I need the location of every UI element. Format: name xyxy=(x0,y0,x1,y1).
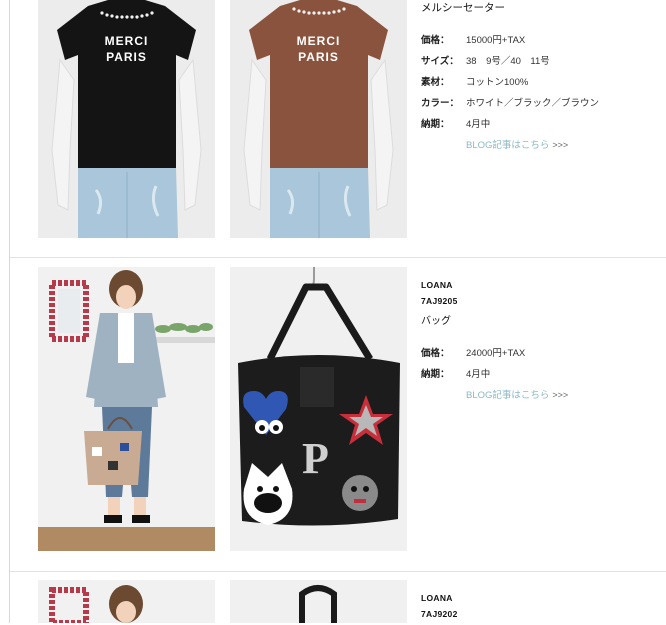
product-photo-bag[interactable]: P xyxy=(230,267,407,551)
blog-link-arrows: >>> xyxy=(552,140,569,150)
spec-label: 納期： xyxy=(421,118,450,130)
spec-label: 価格： xyxy=(421,347,450,359)
product-name: メルシーセーター xyxy=(421,2,505,14)
product-photo-brown-tee[interactable]: MERCI PARIS xyxy=(230,0,407,238)
spec-value: 4月中 xyxy=(466,118,491,130)
spec-row-size: サイズ： 38 9号／40 11号 xyxy=(421,49,599,70)
shirt-print-line2: PARIS xyxy=(106,50,147,64)
spec-value: コットン100% xyxy=(466,76,529,88)
model-with-bag-image xyxy=(38,267,215,551)
product-brand: LOANA xyxy=(421,280,453,290)
shirt-print-line2: PARIS xyxy=(298,50,339,64)
spec-row-price: 価格： 15000円+TAX xyxy=(421,28,599,49)
product-info-1: メルシーセーター 価格： 15000円+TAX サイズ： 38 9号／40 11… xyxy=(421,0,599,151)
spec-value: 15000円+TAX xyxy=(466,34,526,46)
blog-link-text[interactable]: BLOG記事はこちら xyxy=(466,140,549,151)
bag-image-partial xyxy=(230,580,407,623)
spec-value: 24000円+TAX xyxy=(466,347,526,359)
blog-article-link[interactable]: BLOG記事はこちら >>> xyxy=(466,387,568,401)
product-photo-model-2[interactable] xyxy=(38,580,215,623)
product-code: 7AJ9205 xyxy=(421,296,458,306)
shirt-print-line1: MERCI xyxy=(296,34,341,48)
black-bag-image: P xyxy=(230,267,407,551)
product-code: 7AJ9202 xyxy=(421,609,458,619)
spec-label: 価格： xyxy=(421,34,450,46)
product-name: バッグ xyxy=(421,316,451,327)
shirt-print-line1: MERCI xyxy=(104,34,149,48)
product-info-3: LOANA 7AJ9202 xyxy=(421,593,458,625)
spec-row-delivery: 納期： 4月中 xyxy=(421,362,568,383)
spec-row-color: カラー： ホワイト／ブラック／ブラウン xyxy=(421,91,599,112)
bag-letter-patch: P xyxy=(302,434,329,483)
spec-label: 納期： xyxy=(421,368,450,380)
product-photo-model[interactable] xyxy=(38,267,215,551)
product-photo-black-tee[interactable]: MERCI PARIS xyxy=(38,0,215,238)
spec-value: ホワイト／ブラック／ブラウン xyxy=(466,97,600,109)
row-divider xyxy=(10,257,666,258)
spec-value: 4月中 xyxy=(466,368,491,380)
model-image-partial xyxy=(38,580,215,623)
spec-row-material: 素材： コットン100% xyxy=(421,70,599,91)
product-brand: LOANA xyxy=(421,593,453,603)
blog-article-link[interactable]: BLOG記事はこちら >>> xyxy=(466,137,599,151)
spec-label: カラー： xyxy=(421,97,460,109)
page-left-border xyxy=(9,0,10,623)
product-info-2: LOANA 7AJ9205 バッグ 価格： 24000円+TAX 納期： 4月中… xyxy=(421,280,568,401)
spec-label: 素材： xyxy=(421,76,450,88)
spec-value: 38 9号／40 11号 xyxy=(466,55,550,67)
spec-label: サイズ： xyxy=(421,55,459,67)
product-photo-bag-2[interactable] xyxy=(230,580,407,623)
row-divider xyxy=(10,571,666,572)
spec-row-delivery: 納期： 4月中 xyxy=(421,112,599,133)
spec-row-price: 価格： 24000円+TAX xyxy=(421,341,568,362)
blog-link-text[interactable]: BLOG記事はこちら xyxy=(466,390,549,401)
blog-link-arrows: >>> xyxy=(552,390,569,400)
